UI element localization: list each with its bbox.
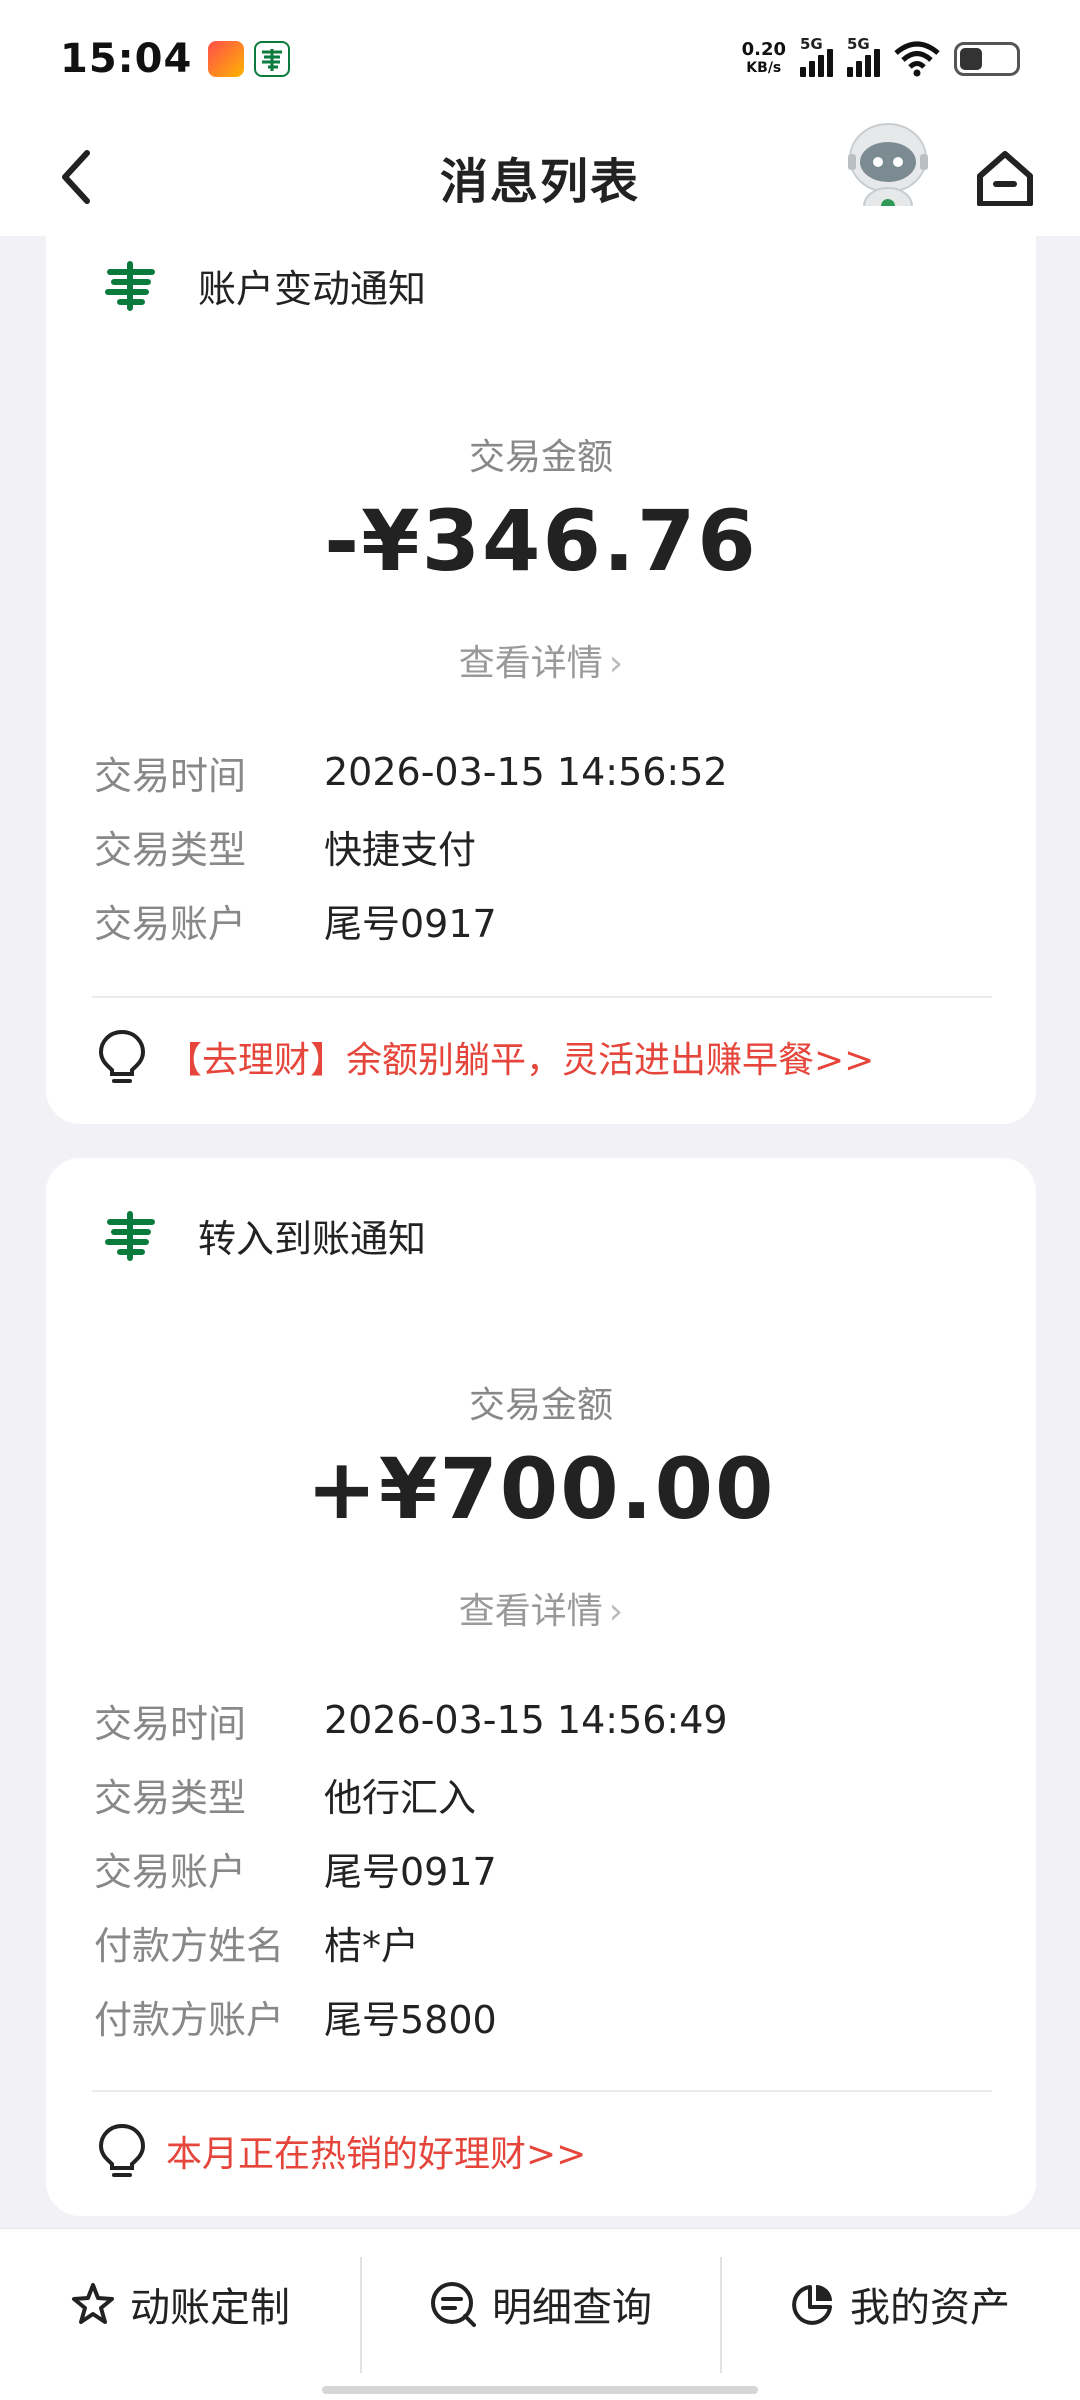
message-card[interactable]: 转入到账通知 交易金额 +¥700.00 查看详情 › 交易时间 2026-03-… [46, 1158, 1036, 2216]
detail-row: 付款方账户 尾号5800 [94, 1986, 497, 2046]
wifi-icon [894, 41, 940, 77]
signal-2-label: 5G [847, 35, 870, 53]
transaction-amount: -¥346.76 [324, 492, 758, 590]
view-details-link[interactable]: 查看详情 › [46, 634, 1036, 686]
message-card[interactable]: 账户变动通知 交易金额 -¥346.76 查看详情 › 交易时间 2026-03-… [46, 206, 1036, 1124]
divider [92, 2090, 992, 2092]
detail-row: 交易账户 尾号0917 [94, 1838, 497, 1898]
postal-bank-logo-icon [105, 261, 155, 311]
detail-value: 尾号0917 [324, 1849, 497, 1894]
chevron-right-icon: › [608, 643, 624, 684]
app-icon-1 [208, 41, 245, 77]
detail-row: 交易时间 2026-03-15 14:56:49 [94, 1690, 728, 1750]
detail-key: 交易类型 [94, 1775, 247, 1820]
detail-key: 交易账户 [94, 1849, 247, 1894]
transaction-amount: +¥700.00 [306, 1440, 776, 1538]
detail-value: 尾号0917 [324, 901, 497, 946]
pie-chart-icon [792, 2285, 832, 2325]
tab-my-assets[interactable]: 我的资产 [720, 2229, 1080, 2379]
detail-value: 2026-03-15 14:56:49 [324, 1698, 728, 1742]
detail-row: 交易时间 2026-03-15 14:56:52 [94, 742, 728, 802]
card-title: 账户变动通知 [198, 266, 427, 311]
home-indicator[interactable] [322, 2386, 758, 2394]
amount-label: 交易金额 [468, 1385, 613, 1426]
card-header: 转入到账通知 [102, 1206, 426, 1264]
card-title: 转入到账通知 [198, 1216, 427, 1261]
signal-1-label: 5G [800, 35, 823, 53]
status-app-icons [208, 41, 291, 77]
battery-icon [954, 42, 1020, 76]
promo-link[interactable]: 【去理财】余额别躺平，灵活进出赚早餐>> [96, 1028, 874, 1086]
lightbulb-icon [98, 2123, 146, 2177]
home-icon [977, 151, 1033, 207]
tab-account-change-settings[interactable]: 动账定制 [0, 2229, 360, 2379]
status-indicators: 0.20 KB/s 5G 5G [742, 35, 1020, 77]
detail-value: 他行汇入 [324, 1775, 477, 1820]
postal-bank-logo-icon [105, 1211, 155, 1261]
detail-value: 2026-03-15 14:56:52 [324, 750, 728, 794]
chevron-right-icon: › [608, 1591, 624, 1632]
detail-row: 付款方姓名 桔*户 [94, 1912, 419, 1972]
bottom-action-bar: 动账定制 明细查询 我的资产 [0, 2228, 1080, 2400]
home-button[interactable] [970, 144, 1040, 214]
promo-text: 【去理财】余额别躺平，灵活进出赚早餐>> [166, 1040, 875, 1081]
search-list-icon [431, 2282, 476, 2327]
detail-key: 交易时间 [94, 1701, 247, 1746]
back-button[interactable] [40, 140, 114, 214]
star-settings-icon [72, 2283, 114, 2324]
detail-key: 付款方姓名 [94, 1923, 285, 1968]
amount-label: 交易金额 [468, 437, 613, 478]
network-speed-value: 0.20 [741, 39, 786, 60]
detail-row: 交易账户 尾号0917 [94, 890, 497, 950]
detail-key: 交易类型 [94, 827, 247, 872]
lightbulb-icon [98, 1029, 146, 1083]
detail-value: 快捷支付 [324, 827, 477, 872]
tab-label: 我的资产 [850, 2285, 1010, 2331]
detail-key: 交易账户 [94, 901, 247, 946]
postal-bank-app-icon [254, 41, 291, 77]
signal-icon: 5G [800, 35, 833, 77]
status-time: 15:04 [60, 36, 193, 82]
chevron-left-icon [62, 150, 90, 204]
page-title: 消息列表 [439, 154, 640, 210]
tab-label: 动账定制 [130, 2285, 290, 2331]
signal-icon: 5G [847, 35, 880, 77]
promo-text: 本月正在热销的好理财>> [166, 2134, 587, 2175]
detail-value: 桔*户 [324, 1923, 420, 1968]
detail-row: 交易类型 他行汇入 [94, 1764, 476, 1824]
detail-key: 付款方账户 [94, 1997, 285, 2042]
detail-value: 尾号5800 [324, 1997, 497, 2042]
detail-key: 交易时间 [94, 753, 247, 798]
status-bar: 15:04 0.20 KB/s 5G 5G [0, 0, 1080, 118]
tab-label: 明细查询 [492, 2285, 652, 2331]
view-details-label: 查看详情 [458, 643, 603, 684]
divider [92, 996, 992, 998]
view-details-link[interactable]: 查看详情 › [46, 1582, 1036, 1634]
tab-detail-query[interactable]: 明细查询 [360, 2229, 720, 2379]
promo-link[interactable]: 本月正在热销的好理财>> [96, 2122, 586, 2180]
view-details-label: 查看详情 [458, 1591, 603, 1632]
card-header: 账户变动通知 [102, 256, 426, 314]
network-speed-unit: KB/s [746, 60, 782, 76]
detail-row: 交易类型 快捷支付 [94, 816, 476, 876]
network-speed: 0.20 KB/s [742, 41, 786, 77]
